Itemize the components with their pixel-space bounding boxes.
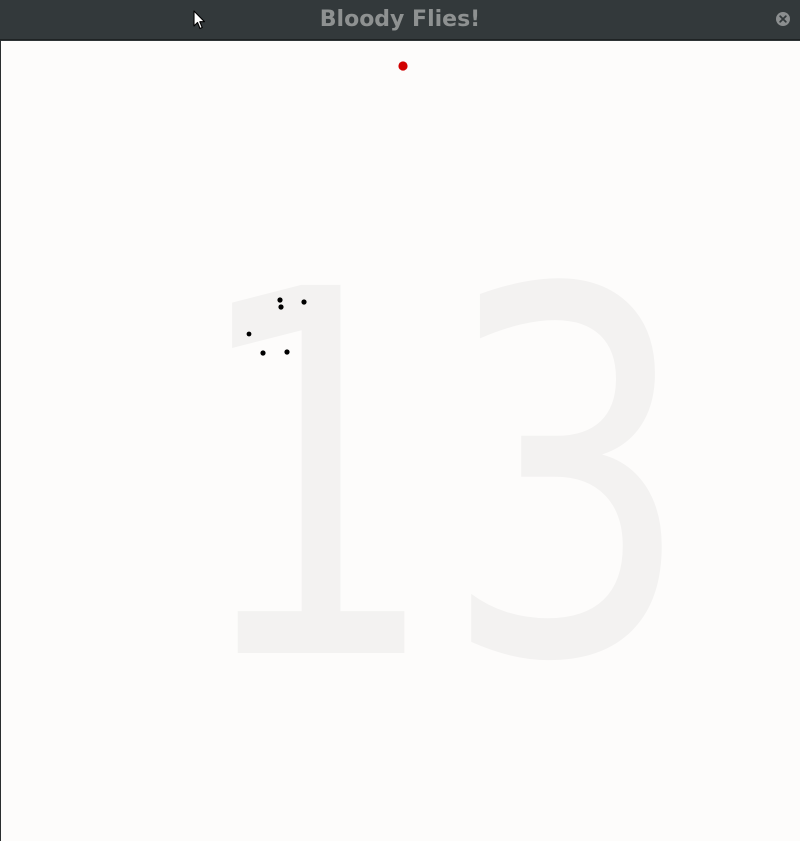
mouse-pointer-icon [193,10,207,30]
fly[interactable] [301,299,307,305]
fly[interactable] [278,304,284,310]
close-icon [779,15,787,23]
fly[interactable] [284,349,290,355]
fly[interactable] [246,331,252,337]
game-canvas[interactable]: 13 [1,41,800,841]
window-title: Bloody Flies! [319,7,481,32]
fly[interactable] [260,350,266,356]
game-window: Bloody Flies! 13 [0,0,800,841]
title-bar[interactable]: Bloody Flies! [0,0,800,40]
flies-layer [246,61,408,356]
fly[interactable] [277,297,283,303]
close-button[interactable] [776,12,790,26]
blood-splat [398,61,408,71]
